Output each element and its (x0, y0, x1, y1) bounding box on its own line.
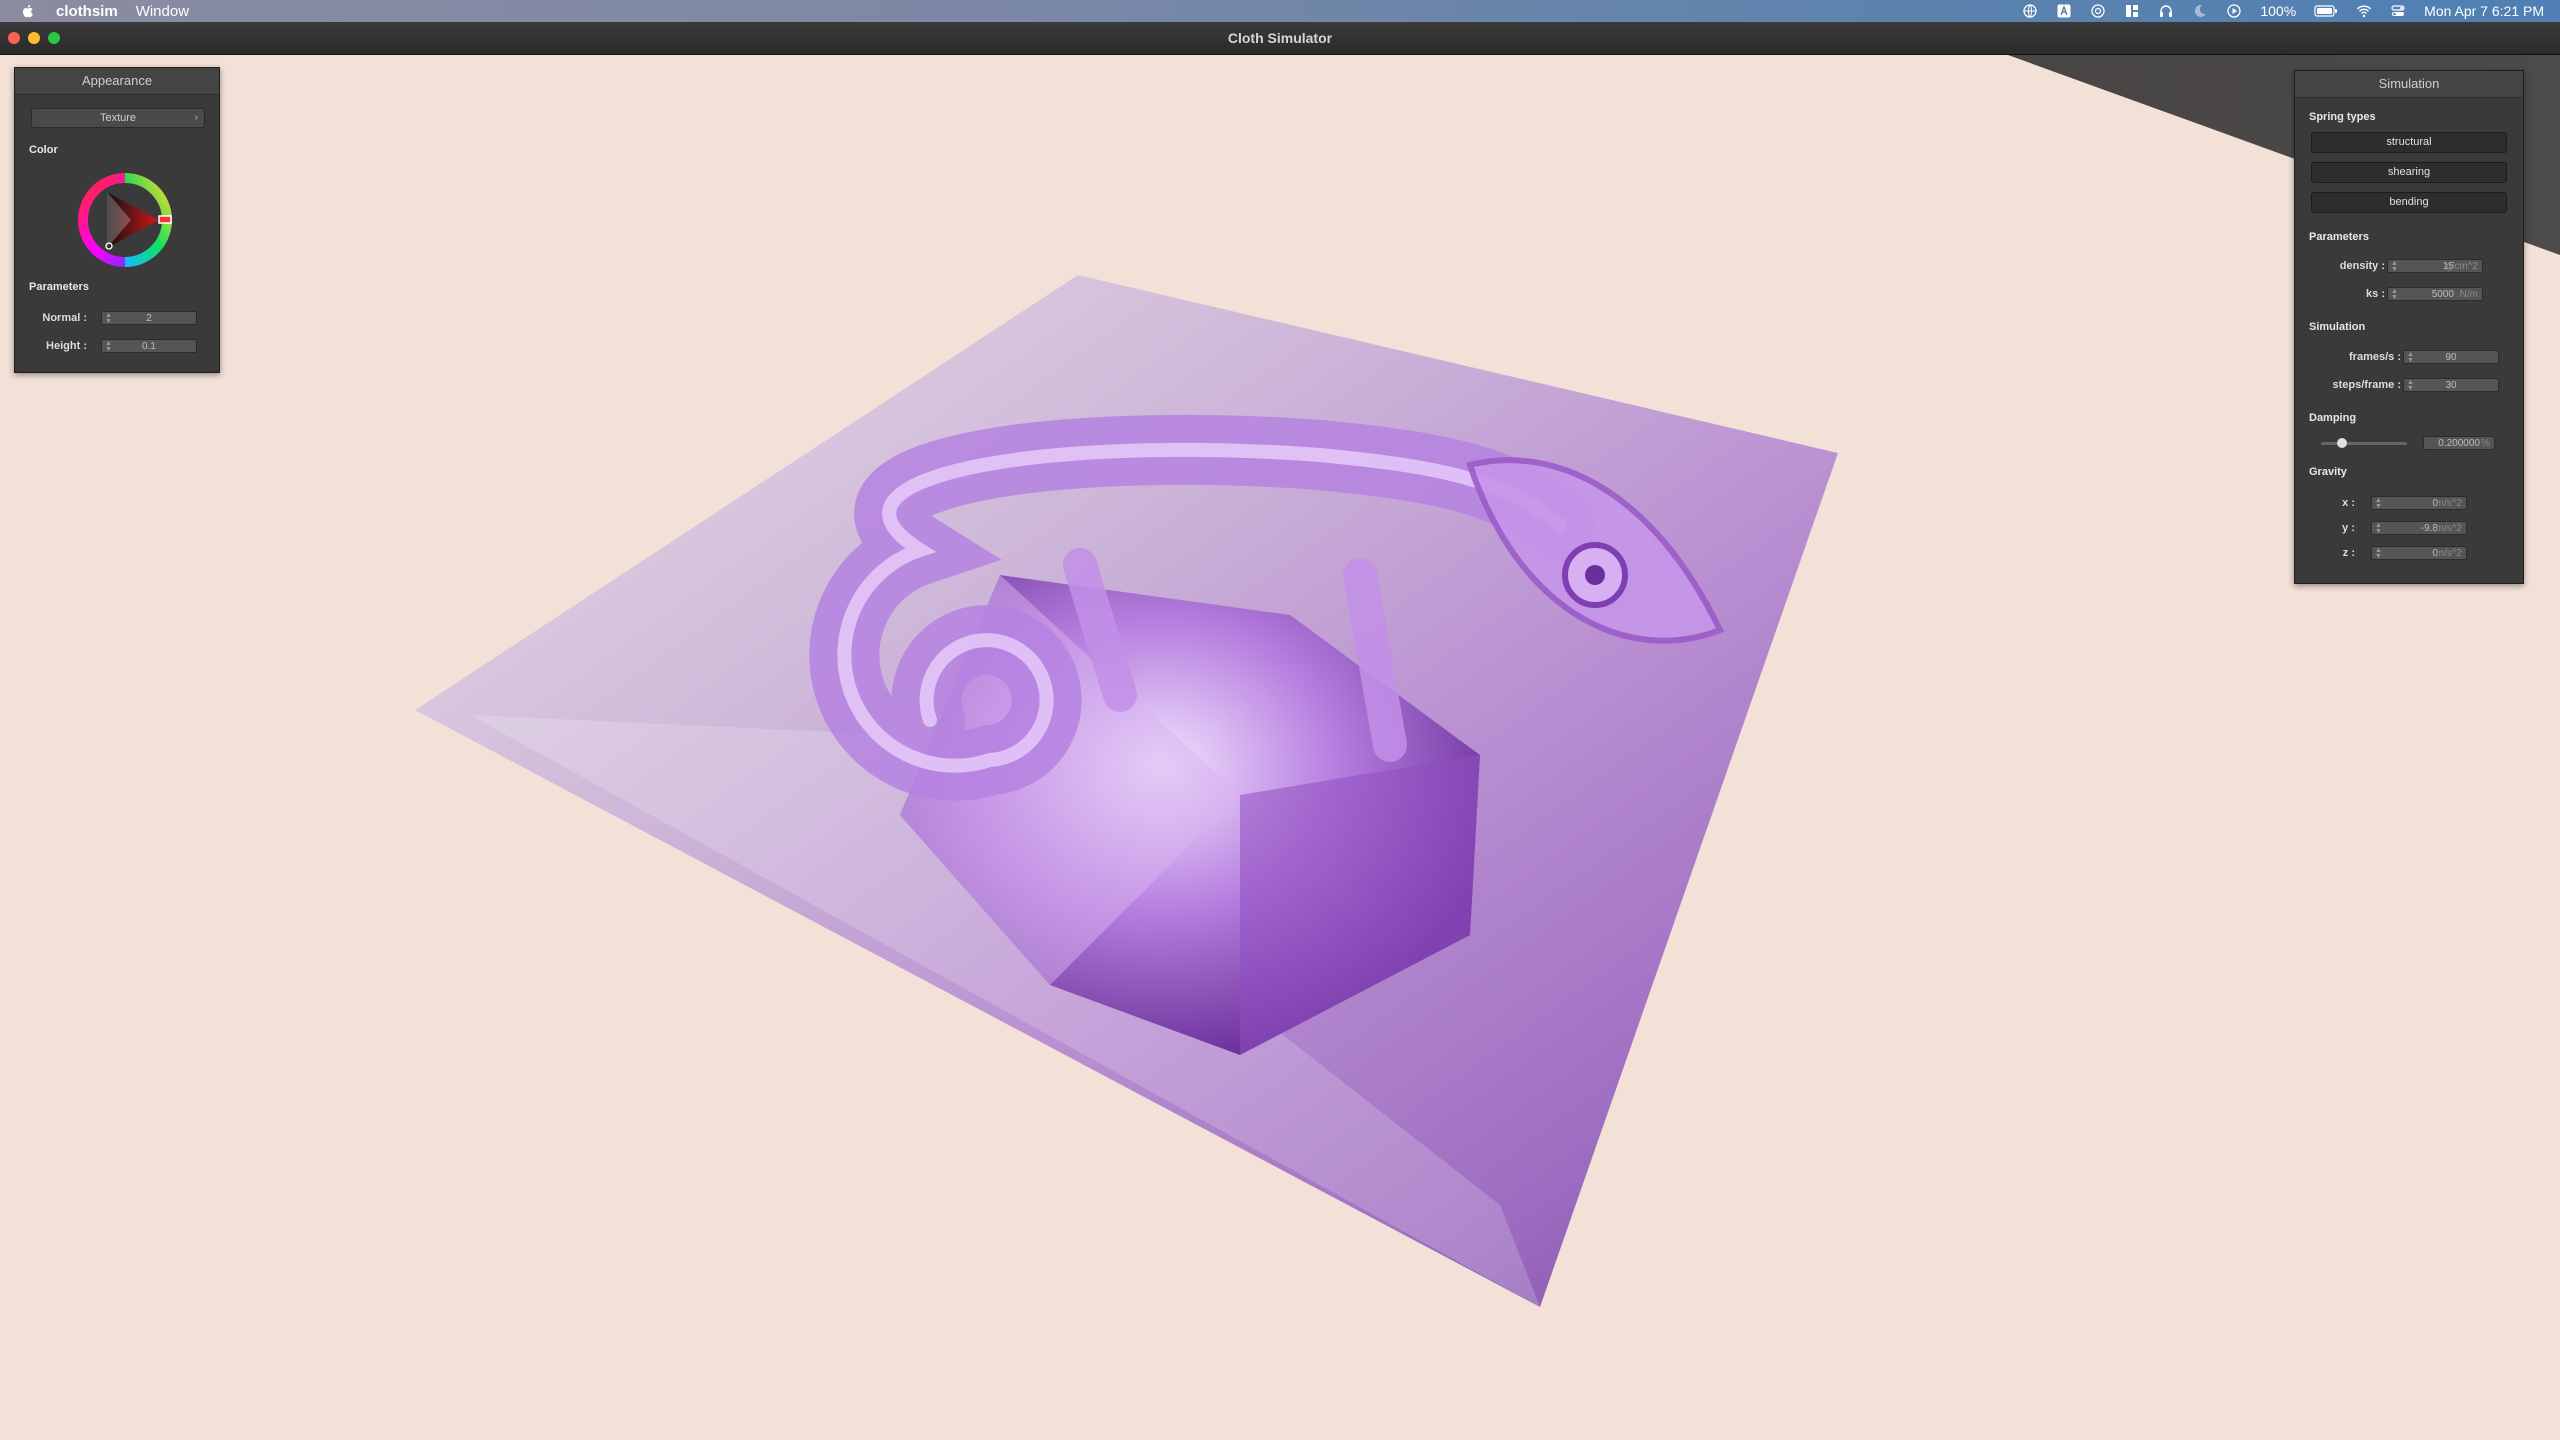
circle-app-icon[interactable] (2090, 3, 2106, 19)
chevron-right-icon: › (194, 112, 198, 123)
appearance-panel-title: Appearance (15, 68, 219, 95)
cloth-viewport[interactable] (0, 55, 2560, 1440)
gravity-x-input[interactable]: ▲ ▼ 0 m/s^2 (2371, 496, 2467, 510)
steps-per-frame-input[interactable]: ▲ ▼ 30 (2403, 378, 2499, 392)
height-input[interactable]: ▲ ▼ 0.1 (101, 339, 197, 353)
app-a-icon[interactable] (2056, 3, 2072, 19)
normal-label: Normal : (42, 312, 87, 324)
gravity-x-label: x : (2342, 497, 2355, 509)
window-menu[interactable]: Window (136, 3, 189, 20)
spring-types-label: Spring types (2309, 111, 2376, 123)
shearing-spring-toggle[interactable]: shearing (2311, 162, 2507, 183)
moon-icon[interactable] (2192, 3, 2208, 19)
shader-dropdown[interactable]: Texture › (31, 108, 205, 128)
battery-icon[interactable] (2314, 3, 2338, 19)
menu-bar: clothsim Window 100% Mon Apr 7 6:21 PM (0, 0, 2560, 22)
density-label: density : (2339, 260, 2385, 272)
appearance-panel: Appearance Texture › Color Parameters No… (14, 67, 220, 373)
simulation-parameters-label: Parameters (2309, 231, 2369, 243)
bending-spring-toggle[interactable]: bending (2311, 192, 2507, 213)
apple-menu-icon[interactable] (20, 3, 36, 19)
simulation-section-label: Simulation (2309, 321, 2366, 333)
ks-label: ks : (2366, 288, 2385, 300)
stepper-icon[interactable]: ▲ ▼ (2391, 260, 2398, 273)
color-section-label: Color (29, 144, 58, 156)
gravity-z-input[interactable]: ▲ ▼ 0 m/s^2 (2371, 546, 2467, 560)
hue-marker[interactable] (158, 215, 172, 224)
stepper-icon[interactable]: ▲ ▼ (2391, 288, 2398, 301)
damping-input[interactable]: 0.200000 % (2423, 436, 2495, 450)
scene-render[interactable] (0, 55, 2560, 1440)
window-layout-icon[interactable] (2124, 3, 2140, 19)
frames-per-second-input[interactable]: ▲ ▼ 90 (2403, 350, 2499, 364)
shader-dropdown-value: Texture (99, 112, 137, 124)
normal-input[interactable]: ▲ ▼ 2 (101, 311, 197, 325)
stepper-icon[interactable]: ▲ ▼ (2375, 497, 2382, 510)
window-title: Cloth Simulator (1227, 30, 1333, 46)
stepper-icon[interactable]: ▲ ▼ (2375, 522, 2382, 535)
stepper-icon[interactable]: ▲ ▼ (2375, 547, 2382, 560)
ks-input[interactable]: ▲ ▼ 5000 N/m (2387, 287, 2483, 301)
app-menu[interactable]: clothsim (56, 3, 118, 20)
vpn-globe-icon[interactable] (2022, 3, 2038, 19)
damping-label: Damping (2309, 412, 2357, 424)
gravity-label: Gravity (2309, 466, 2347, 478)
simulation-panel: Simulation Spring types structural shear… (2294, 70, 2524, 584)
damping-slider-knob[interactable] (2337, 438, 2347, 448)
simulation-panel-title: Simulation (2295, 71, 2523, 98)
color-wheel[interactable] (71, 166, 179, 274)
damping-slider-track[interactable] (2321, 442, 2407, 445)
gravity-z-label: z : (2342, 547, 2355, 559)
play-icon[interactable] (2226, 3, 2242, 19)
frames-per-second-label: frames/s : (2349, 351, 2401, 363)
gravity-y-label: y : (2342, 522, 2355, 534)
steps-per-frame-label: steps/frame : (2332, 379, 2401, 391)
window-titlebar[interactable]: Cloth Simulator (0, 22, 2560, 55)
control-center-icon[interactable] (2390, 3, 2406, 19)
menubar-clock[interactable]: Mon Apr 7 6:21 PM (2424, 3, 2544, 19)
wifi-icon[interactable] (2356, 3, 2372, 19)
height-label: Height : (46, 340, 87, 352)
structural-spring-toggle[interactable]: structural (2311, 132, 2507, 153)
headphones-icon[interactable] (2158, 3, 2174, 19)
appearance-parameters-label: Parameters (29, 281, 89, 293)
gravity-y-input[interactable]: ▲ ▼ -9.8 m/s^2 (2371, 521, 2467, 535)
density-input[interactable]: ▲ ▼ 15 g/cm^2 (2387, 259, 2483, 273)
battery-percent: 100% (2260, 3, 2297, 19)
